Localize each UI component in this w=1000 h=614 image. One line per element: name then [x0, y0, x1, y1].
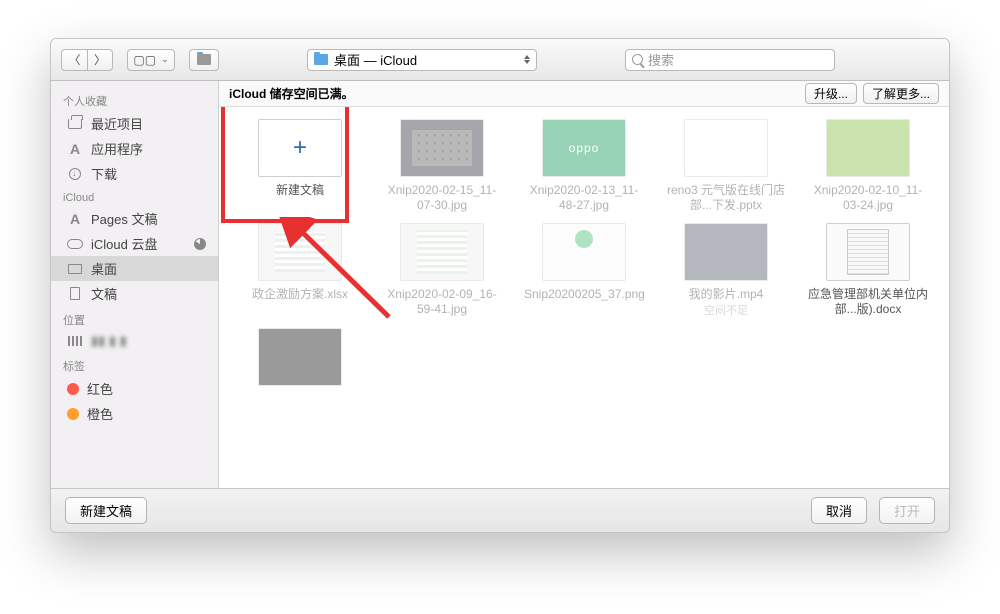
- sidebar-item-desktop[interactable]: 桌面: [51, 256, 218, 281]
- location-icon: [67, 334, 83, 348]
- file-label: Xnip2020-02-10_11-03-24.jpg: [808, 183, 928, 213]
- file-label: Snip20200205_37.png: [524, 287, 644, 302]
- tag-orange-icon: [67, 408, 79, 420]
- file-item[interactable]: [233, 328, 367, 392]
- path-selector[interactable]: 桌面 — iCloud: [307, 49, 537, 71]
- sidebar-head-favorites: 个人收藏: [51, 87, 218, 111]
- path-label: 桌面 — iCloud: [334, 50, 417, 69]
- file-item[interactable]: 应急管理部机关单位内部...版).docx: [801, 223, 935, 318]
- file-thumbnail: +: [258, 119, 342, 177]
- sidebar-head-icloud: iCloud: [51, 186, 218, 206]
- tag-red-icon: [67, 383, 79, 395]
- search-input[interactable]: 搜索: [625, 49, 835, 71]
- file-label: 应急管理部机关单位内部...版).docx: [808, 287, 928, 317]
- group-button[interactable]: [189, 49, 219, 71]
- file-label: reno3 元气版在线门店部...下发.pptx: [666, 183, 786, 213]
- learn-more-button[interactable]: 了解更多...: [863, 83, 939, 104]
- view-mode-button[interactable]: ▢▢⌄: [127, 49, 175, 71]
- file-thumbnail: [400, 223, 484, 281]
- sidebar-tag-orange[interactable]: 橙色: [51, 401, 218, 426]
- back-button[interactable]: 〈: [61, 49, 87, 71]
- file-thumbnail: [258, 328, 342, 386]
- downloads-icon: [67, 167, 83, 181]
- file-thumbnail: [258, 223, 342, 281]
- search-icon: [632, 54, 643, 65]
- file-thumbnail: [684, 223, 768, 281]
- search-placeholder: 搜索: [648, 50, 674, 69]
- sidebar-item-label: 桌面: [91, 259, 117, 278]
- finder-open-dialog: 〈 〉 ▢▢⌄ 桌面 — iCloud 搜索 个人收藏 最近项目 A: [50, 38, 950, 533]
- file-label: 我的影片.mp4: [689, 287, 764, 302]
- file-item[interactable]: reno3 元气版在线门店部...下发.pptx: [659, 119, 793, 213]
- icloud-full-banner: iCloud 储存空间已满。 升级... 了解更多...: [219, 81, 949, 107]
- new-document-button[interactable]: 新建文稿: [65, 497, 147, 524]
- file-thumbnail: [826, 119, 910, 177]
- folder-icon: [314, 54, 328, 65]
- file-label: Xnip2020-02-13_11-48-27.jpg: [524, 183, 644, 213]
- file-label: Xnip2020-02-15_11-07-30.jpg: [382, 183, 502, 213]
- sidebar-item-label: ▮▮ ▮ ▮: [91, 333, 127, 349]
- file-item[interactable]: 我的影片.mp4空间不足: [659, 223, 793, 318]
- sidebar-head-tags: 标签: [51, 352, 218, 376]
- sidebar-item-documents[interactable]: 文稿: [51, 281, 218, 306]
- sidebar-tag-red[interactable]: 红色: [51, 376, 218, 401]
- file-item[interactable]: Xnip2020-02-15_11-07-30.jpg: [375, 119, 509, 213]
- file-label: 政企激励方案.xlsx: [252, 287, 348, 302]
- upgrade-button[interactable]: 升级...: [805, 83, 857, 104]
- sidebar-item-label: 应用程序: [91, 139, 143, 158]
- file-item[interactable]: + 新建文稿: [233, 119, 367, 213]
- sidebar-item-location[interactable]: ▮▮ ▮ ▮: [51, 330, 218, 352]
- sidebar-item-pages[interactable]: A Pages 文稿: [51, 206, 218, 231]
- file-thumbnail: oppo: [542, 119, 626, 177]
- file-thumbnail: [542, 223, 626, 281]
- toolbar: 〈 〉 ▢▢⌄ 桌面 — iCloud 搜索: [51, 39, 949, 81]
- sidebar-item-label: 橙色: [87, 404, 113, 423]
- file-item[interactable]: Snip20200205_37.png: [517, 223, 651, 318]
- sidebar-item-applications[interactable]: A 应用程序: [51, 136, 218, 161]
- file-label: Xnip2020-02-09_16-59-41.jpg: [382, 287, 502, 317]
- banner-title: iCloud 储存空间已满。: [229, 85, 354, 102]
- file-grid: + 新建文稿 Xnip2020-02-15_11-07-30.jpg oppo Xnip…: [219, 107, 949, 488]
- applications-icon: A: [67, 142, 83, 156]
- file-label: 新建文稿: [276, 183, 324, 198]
- cancel-button[interactable]: 取消: [811, 497, 867, 524]
- pages-icon: A: [67, 212, 83, 226]
- sidebar-item-label: 文稿: [91, 284, 117, 303]
- file-thumbnail: [826, 223, 910, 281]
- sidebar-item-icloud-drive[interactable]: iCloud 云盘: [51, 231, 218, 256]
- sidebar: 个人收藏 最近项目 A 应用程序 下载 iCloud A Pages 文稿 iC…: [51, 81, 219, 488]
- sidebar-item-label: iCloud 云盘: [91, 234, 157, 253]
- forward-button[interactable]: 〉: [87, 49, 113, 71]
- open-button[interactable]: 打开: [879, 497, 935, 524]
- file-item[interactable]: 政企激励方案.xlsx: [233, 223, 367, 318]
- file-item[interactable]: Xnip2020-02-10_11-03-24.jpg: [801, 119, 935, 213]
- nav-back-forward: 〈 〉: [61, 49, 113, 71]
- storage-pie-icon: [194, 238, 206, 250]
- desktop-icon: [67, 262, 83, 276]
- sidebar-item-label: 下载: [91, 164, 117, 183]
- sidebar-item-recent[interactable]: 最近项目: [51, 111, 218, 136]
- sidebar-item-label: 最近项目: [91, 114, 143, 133]
- file-item[interactable]: Xnip2020-02-09_16-59-41.jpg: [375, 223, 509, 318]
- sidebar-item-downloads[interactable]: 下载: [51, 161, 218, 186]
- dialog-footer: 新建文稿 取消 打开: [51, 488, 949, 532]
- main-panel: iCloud 储存空间已满。 升级... 了解更多... + 新建文稿 Xnip20…: [219, 81, 949, 488]
- file-sublabel: 空间不足: [704, 302, 748, 318]
- sidebar-item-label: Pages 文稿: [91, 209, 157, 228]
- sidebar-item-label: 红色: [87, 379, 113, 398]
- cloud-icon: [67, 237, 83, 251]
- chevron-updown-icon: [524, 55, 530, 64]
- file-thumbnail: [400, 119, 484, 177]
- dialog-body: 个人收藏 最近项目 A 应用程序 下载 iCloud A Pages 文稿 iC…: [51, 81, 949, 488]
- document-icon: [67, 287, 83, 301]
- file-thumbnail: [684, 119, 768, 177]
- file-item[interactable]: oppo Xnip2020-02-13_11-48-27.jpg: [517, 119, 651, 213]
- sidebar-head-locations: 位置: [51, 306, 218, 330]
- recent-icon: [67, 117, 83, 131]
